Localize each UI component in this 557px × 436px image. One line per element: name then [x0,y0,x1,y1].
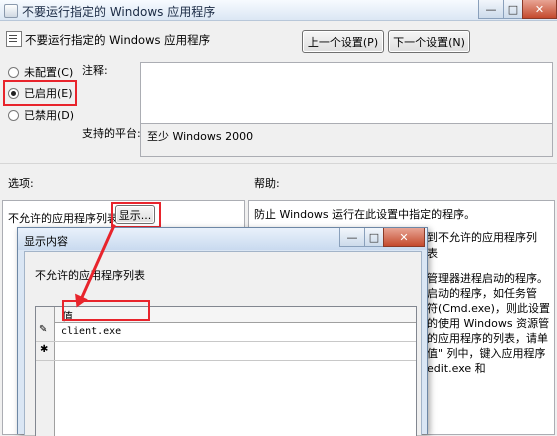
radio-disabled[interactable]: 已禁用(D) [8,107,74,123]
help-line: 启动的程序，如任务管 [427,287,537,300]
help-line: 表 [427,247,438,260]
platform-field: 至少 Windows 2000 [140,123,553,157]
dialog-body: 不允许的应用程序列表 值 ✎ client.exe ✱ [24,251,422,436]
section-divider [0,163,557,164]
show-button[interactable]: 显示... [115,205,155,224]
help-line: 到不允许的应用程序列 [427,231,537,244]
window-title: 不要运行指定的 Windows 应用程序 [22,5,216,19]
edit-row-icon: ✎ [39,324,48,335]
help-line: 的应用程序的列表，请单 [427,332,548,345]
help-section-label: 帮助: [254,177,280,190]
radio-enabled[interactable]: 已启用(E) [8,85,73,101]
dialog-close-button[interactable]: ✕ [383,228,425,247]
table-row[interactable]: client.exe [55,323,416,341]
show-contents-dialog: 显示内容 — □ ✕ 不允许的应用程序列表 值 ✎ client.exe ✱ [17,227,428,436]
radio-label-disabled: 已禁用(D) [24,109,75,122]
help-line: 管理器进程启动的程序。 [427,272,548,285]
radio-circle-selected[interactable] [8,87,19,99]
app-icon [4,4,18,18]
radio-circle[interactable] [8,66,19,78]
dialog-titlebar: 显示内容 — □ ✕ [18,228,427,250]
radio-not-configured[interactable]: 未配置(C) [8,64,73,80]
minimize-button[interactable]: — [478,0,504,19]
values-grid: 值 ✎ client.exe ✱ [35,306,417,436]
platform-value: 至少 Windows 2000 [147,130,254,143]
help-line: 值" 列中，键入应用程序 [427,347,546,360]
next-setting-button[interactable]: 下一个设置(N) [388,30,470,53]
radio-circle[interactable] [8,109,19,121]
radio-label-enabled: 已启用(E) [24,87,73,100]
comment-label: 注释: [82,64,108,77]
prev-setting-button[interactable]: 上一个设置(P) [302,30,384,53]
value-cell[interactable]: client.exe [61,326,121,337]
help-line: 防止 Windows 运行在此设置中指定的程序。 [254,208,476,221]
maximize-button[interactable]: □ [503,0,523,19]
table-row[interactable] [55,342,416,360]
help-line: edit.exe 和 [427,362,486,375]
grid-divider [36,360,416,361]
new-row-icon: ✱ [40,344,49,355]
policy-title: 不要运行指定的 Windows 应用程序 [25,33,211,47]
close-button[interactable]: ✕ [522,0,557,19]
dialog-minimize-button[interactable]: — [339,228,365,247]
platform-label: 支持的平台: [82,127,141,140]
policy-icon [6,31,22,47]
radio-label-not-configured: 未配置(C) [24,66,74,79]
options-section-label: 选项: [8,177,34,190]
dialog-title: 显示内容 [24,235,68,248]
window-titlebar: 不要运行指定的 Windows 应用程序 — □ ✕ [0,0,557,21]
dialog-maximize-button[interactable]: □ [364,228,384,247]
disallowed-list-label: 不允许的应用程序列表 [8,212,118,225]
help-line: 的使用 Windows 资源管 [427,317,550,330]
help-line: 符(Cmd.exe)，则此设置 [427,302,550,315]
